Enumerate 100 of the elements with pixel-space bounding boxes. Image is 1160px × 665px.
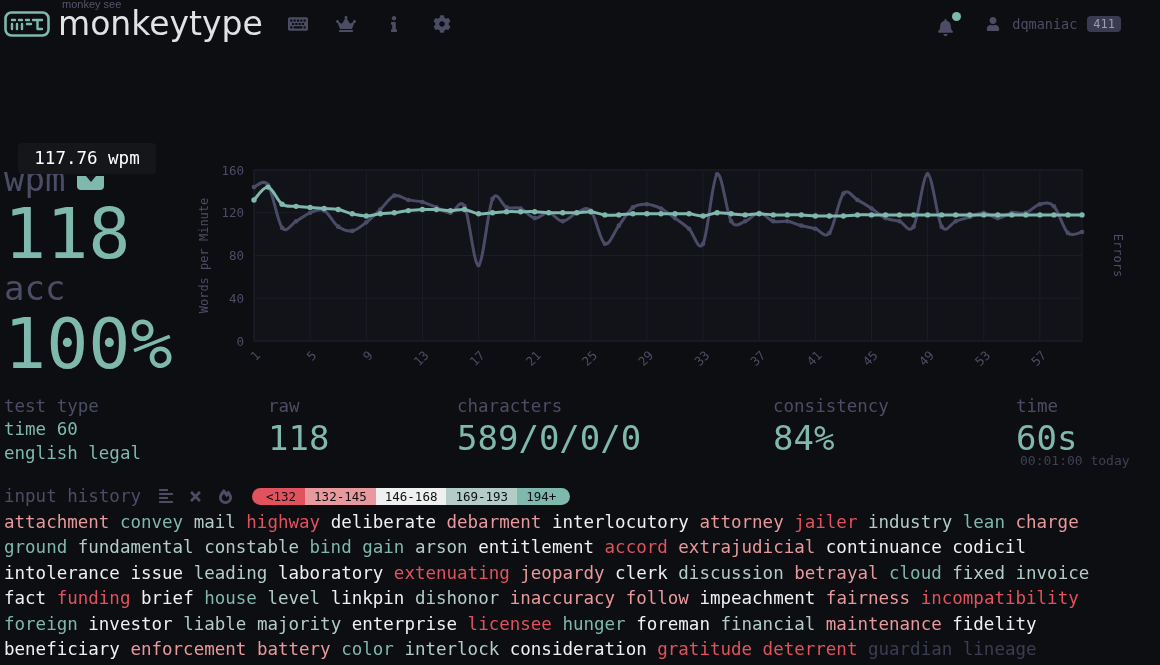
stat-label: test type xyxy=(4,395,100,417)
history-word: deterrent xyxy=(762,638,858,662)
x-tick-label: 57 xyxy=(1027,347,1050,369)
history-word: issue xyxy=(130,561,184,585)
history-word: dishonor xyxy=(414,587,500,611)
history-word: invoice xyxy=(1015,561,1090,585)
history-word: linkpin xyxy=(330,587,405,611)
stat-label: acc xyxy=(4,271,67,305)
x-tick-label: 5 xyxy=(303,347,320,364)
x-tick-label: 13 xyxy=(410,347,432,369)
account-button[interactable]: dqmaniac 411 xyxy=(986,15,1121,33)
history-word: incompatibility xyxy=(920,587,1079,611)
history-word: extrajudicial xyxy=(678,536,816,560)
history-word: hunger xyxy=(562,612,626,636)
x-tick-label: 41 xyxy=(803,347,825,369)
history-word: investor xyxy=(88,612,173,636)
crown-button[interactable] xyxy=(334,13,357,35)
legend-item: 169-193 xyxy=(446,487,518,505)
history-word: interlock xyxy=(404,638,500,662)
history-word: industry xyxy=(867,511,953,534)
history-word: jeopardy xyxy=(520,561,605,585)
history-word: convey xyxy=(119,511,184,534)
history-word: house xyxy=(204,587,257,611)
history-word: liable xyxy=(183,612,247,636)
y-tick-label: 40 xyxy=(228,290,244,306)
history-word: attorney xyxy=(699,511,784,534)
history-word: fidelity xyxy=(952,612,1037,636)
x-tick-label: 49 xyxy=(915,347,937,369)
history-word: deliberate xyxy=(330,511,436,534)
history-word: jailer xyxy=(794,511,858,534)
history-word: inaccuracy xyxy=(509,587,616,611)
history-word: clerk xyxy=(615,561,668,585)
y-tick-label: 160 xyxy=(221,162,244,178)
x-tick-label: 9 xyxy=(359,347,376,364)
history-word: interlocutory xyxy=(551,511,689,534)
legend-item: 132-145 xyxy=(305,487,376,505)
history-word: beneficiary xyxy=(4,638,120,662)
flame-icon xyxy=(218,488,234,504)
test-type-value: time 60 xyxy=(4,418,79,441)
x-tick-label: 29 xyxy=(634,347,657,369)
stat-label: raw xyxy=(268,395,301,417)
history-word: guardian xyxy=(867,638,953,662)
wpm-tooltip: 117.76 wpm xyxy=(18,143,156,174)
history-word: consideration xyxy=(509,638,647,662)
history-word: extenuating xyxy=(393,561,510,585)
logo-caption: monkey see xyxy=(62,0,122,9)
stat-label: consistency xyxy=(773,395,890,417)
history-word: enforcement xyxy=(130,638,247,662)
history-word: betrayal xyxy=(794,561,879,585)
x-tick-label: 21 xyxy=(522,347,544,369)
history-word: color xyxy=(341,638,394,662)
history-word: impeachment xyxy=(699,587,816,611)
bell-icon xyxy=(937,19,955,36)
history-word: fixed xyxy=(952,561,1005,585)
history-word: funding xyxy=(56,587,131,611)
section-label: input history xyxy=(4,485,141,507)
x-tick-label: 25 xyxy=(578,347,601,369)
history-word: entitlement xyxy=(478,536,595,560)
history-word: laboratory xyxy=(277,561,384,585)
history-word: attachment xyxy=(4,511,110,534)
flame-button[interactable] xyxy=(217,488,234,504)
logo-text[interactable]: monkeytype xyxy=(58,10,263,46)
level-badge: 411 xyxy=(1087,16,1121,32)
history-word: bind xyxy=(309,536,352,560)
history-word: licensee xyxy=(467,612,552,636)
y-tick-label: 120 xyxy=(221,205,244,221)
history-word: maintenance xyxy=(825,612,942,636)
history-word: intolerance xyxy=(4,561,120,585)
right-axis-title: Errors xyxy=(1111,233,1125,278)
legend-item: 146-168 xyxy=(375,487,447,505)
legend-item: <132 xyxy=(251,487,306,505)
history-word: foreign xyxy=(4,612,78,636)
x-tick-label: 17 xyxy=(466,347,488,369)
history-word: arson xyxy=(414,536,468,560)
history-word: codicil xyxy=(952,536,1027,560)
x-tick-label: 53 xyxy=(971,347,994,369)
history-word: foreman xyxy=(636,612,710,636)
history-word: majority xyxy=(256,612,342,636)
logo-icon[interactable] xyxy=(4,11,50,37)
history-word: fact xyxy=(4,587,47,611)
notifications-button[interactable] xyxy=(937,12,962,36)
stat-value: 589/0/0/0 xyxy=(457,419,643,457)
user-icon xyxy=(986,17,1001,31)
stat-label: characters xyxy=(457,395,564,417)
list-button[interactable] xyxy=(157,488,174,504)
x-tick-label: 1 xyxy=(247,347,264,364)
history-word: leading xyxy=(193,561,268,585)
history-word: enterprise xyxy=(351,612,458,636)
y-tick-label: 0 xyxy=(236,333,244,349)
history-word: brief xyxy=(141,587,194,611)
history-word: financial xyxy=(720,612,816,636)
settings-icon xyxy=(432,15,451,33)
keyboard-icon xyxy=(287,14,308,34)
history-word: discussion xyxy=(678,561,784,585)
history-word: battery xyxy=(256,638,331,662)
stat-value: 84% xyxy=(773,419,836,457)
crown-icon xyxy=(335,14,356,34)
stat-value: 118 xyxy=(268,419,331,457)
x-tick-label: 33 xyxy=(691,347,713,369)
align-left-icon xyxy=(157,488,174,504)
